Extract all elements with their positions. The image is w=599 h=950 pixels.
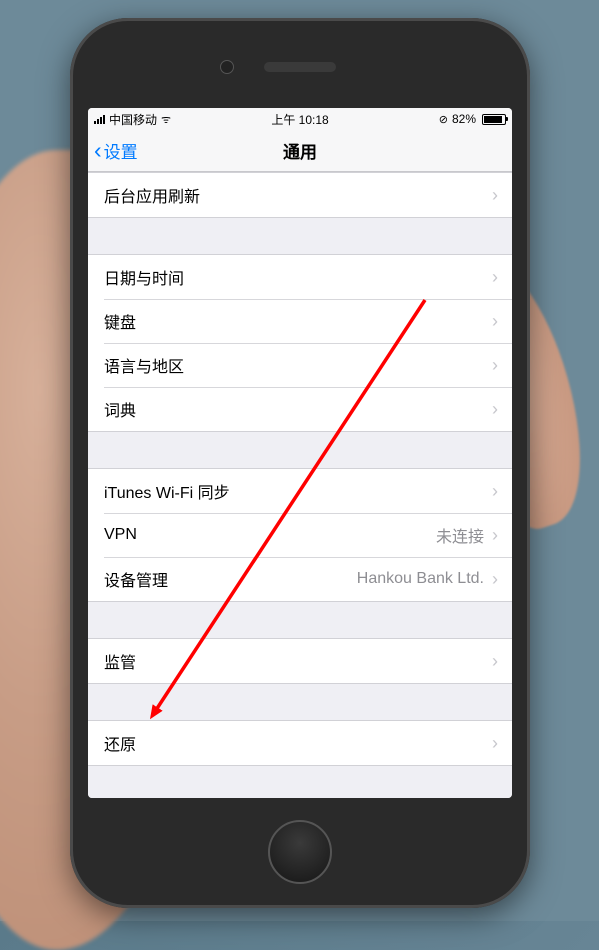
chevron-right-icon: ›	[492, 355, 498, 376]
signal-icon	[94, 114, 105, 124]
group-regulatory: 监管 ›	[88, 638, 512, 684]
chevron-right-icon: ›	[492, 311, 498, 332]
group-localization: 日期与时间 › 键盘 › 语言与地区 › 词典 ›	[88, 254, 512, 432]
cell-label: 还原	[104, 731, 136, 755]
cell-value: 未连接	[436, 523, 484, 547]
cell-label: iTunes Wi-Fi 同步	[104, 479, 230, 503]
cell-dictionary[interactable]: 词典 ›	[88, 387, 512, 431]
cell-background-refresh[interactable]: 后台应用刷新 ›	[88, 173, 512, 217]
front-camera	[220, 60, 234, 74]
phone-screen: 中国移动 ᯤ 上午 10:18 ⊘ 82% ‹ 设置 通用	[88, 108, 512, 798]
cell-value: Hankou Bank Ltd.	[357, 570, 484, 588]
cell-label: VPN	[104, 526, 137, 544]
status-left: 中国移动 ᯤ	[94, 111, 171, 128]
cell-reset[interactable]: 还原 ›	[88, 721, 512, 765]
cell-regulatory[interactable]: 监管 ›	[88, 639, 512, 683]
battery-icon	[482, 114, 506, 125]
cell-label: 监管	[104, 649, 136, 673]
phone-body: 中国移动 ᯤ 上午 10:18 ⊘ 82% ‹ 设置 通用	[70, 18, 530, 908]
cell-label: 语言与地区	[104, 353, 184, 377]
cell-label: 词典	[104, 397, 136, 421]
back-label: 设置	[104, 138, 138, 163]
cell-date-time[interactable]: 日期与时间 ›	[88, 255, 512, 299]
wifi-icon: ᯤ	[161, 112, 171, 127]
chevron-right-icon: ›	[492, 399, 498, 420]
chevron-right-icon: ›	[492, 733, 498, 754]
home-button[interactable]	[268, 820, 332, 884]
battery-fill	[484, 116, 502, 123]
chevron-right-icon: ›	[492, 185, 498, 206]
chevron-left-icon: ‹	[94, 139, 102, 162]
navigation-bar: ‹ 设置 通用	[88, 130, 512, 172]
chevron-right-icon: ›	[492, 651, 498, 672]
cell-vpn[interactable]: VPN 未连接 ›	[88, 513, 512, 557]
cell-keyboard[interactable]: 键盘 ›	[88, 299, 512, 343]
cell-device-management[interactable]: 设备管理 Hankou Bank Ltd. ›	[88, 557, 512, 601]
rotation-lock-icon: ⊘	[439, 113, 448, 126]
earpiece-speaker	[264, 62, 336, 72]
status-bar: 中国移动 ᯤ 上午 10:18 ⊘ 82%	[88, 108, 512, 130]
cell-label: 设备管理	[104, 567, 168, 591]
status-right: ⊘ 82%	[439, 112, 506, 126]
group-connectivity: iTunes Wi-Fi 同步 › VPN 未连接 › 设备管理 Hankou …	[88, 468, 512, 602]
status-time: 上午 10:18	[271, 111, 328, 128]
cell-label: 后台应用刷新	[104, 183, 200, 207]
carrier-label: 中国移动	[109, 111, 157, 128]
page-title: 通用	[283, 138, 317, 163]
cell-itunes-wifi-sync[interactable]: iTunes Wi-Fi 同步 ›	[88, 469, 512, 513]
chevron-right-icon: ›	[492, 267, 498, 288]
chevron-right-icon: ›	[492, 569, 498, 590]
back-button[interactable]: ‹ 设置	[88, 138, 138, 163]
shutdown-link[interactable]: 关机	[88, 790, 512, 798]
group-reset: 还原 ›	[88, 720, 512, 766]
battery-percent: 82%	[452, 112, 476, 126]
cell-label: 日期与时间	[104, 265, 184, 289]
chevron-right-icon: ›	[492, 481, 498, 502]
chevron-right-icon: ›	[492, 525, 498, 546]
settings-list[interactable]: 后台应用刷新 › 日期与时间 › 键盘 › 语言与地区 ›	[88, 172, 512, 798]
cell-language-region[interactable]: 语言与地区 ›	[88, 343, 512, 387]
cell-label: 键盘	[104, 309, 136, 333]
group-refresh: 后台应用刷新 ›	[88, 172, 512, 218]
